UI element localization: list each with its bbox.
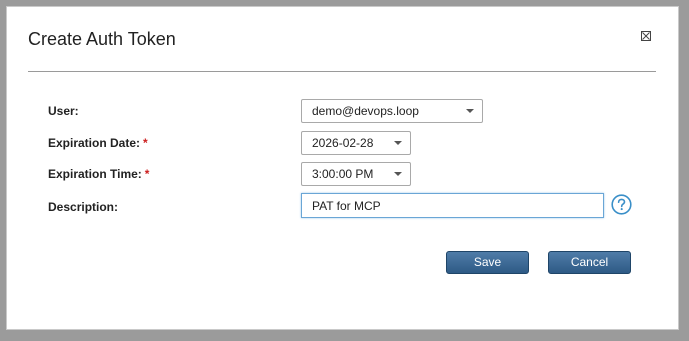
expiration-date-value: 2026-02-28 [312, 136, 374, 150]
user-select-value: demo@devops.loop [312, 104, 419, 118]
user-label: User: [48, 104, 79, 118]
help-icon[interactable] [611, 194, 632, 215]
dialog-title: Create Auth Token [28, 29, 176, 49]
cancel-button[interactable]: Cancel [548, 251, 631, 274]
expiration-time-label: Expiration Time: * [48, 167, 149, 181]
description-input[interactable] [301, 193, 604, 218]
close-icon[interactable] [641, 31, 651, 41]
save-button[interactable]: Save [446, 251, 529, 274]
expiration-time-select[interactable]: 3:00:00 PM [301, 162, 411, 186]
expiration-time-label-text: Expiration Time: [48, 167, 142, 181]
title-divider [28, 71, 656, 72]
expiration-time-value: 3:00:00 PM [312, 167, 374, 181]
chevron-down-icon [394, 172, 402, 176]
expiration-date-label: Expiration Date: * [48, 136, 148, 150]
chevron-down-icon [466, 109, 474, 113]
required-marker: * [144, 167, 150, 181]
expiration-date-label-text: Expiration Date: [48, 136, 141, 150]
required-marker: * [143, 136, 148, 150]
chevron-down-icon [394, 141, 402, 145]
description-label: Description: [48, 200, 119, 214]
user-select[interactable]: demo@devops.loop [301, 99, 483, 123]
create-auth-token-dialog: Create Auth Token User: demo@devops.loop… [6, 6, 679, 330]
expiration-date-select[interactable]: 2026-02-28 [301, 131, 411, 155]
